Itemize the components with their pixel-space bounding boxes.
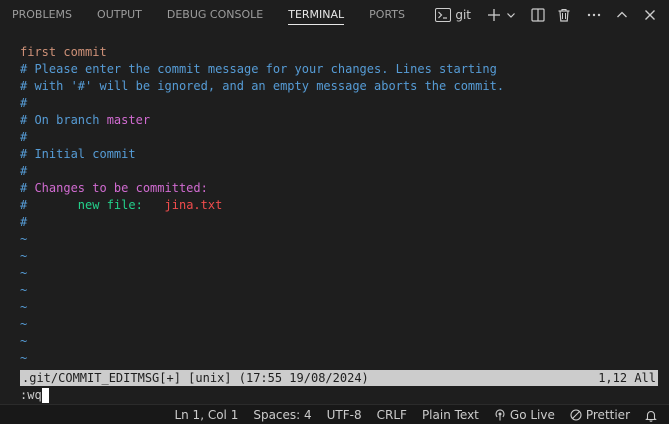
broadcast-icon [495, 409, 505, 421]
vim-file-info: .git/COMMIT_EDITMSG[+] [unix] (17:55 19/… [22, 371, 369, 385]
changes-header-line: # Changes to be committed: [20, 180, 660, 197]
comment-line: # Initial commit [20, 147, 136, 161]
split-terminal-button[interactable] [527, 4, 549, 26]
plus-icon [488, 9, 500, 21]
new-file-label: new file: [77, 198, 143, 212]
maximize-panel-button[interactable] [611, 4, 633, 26]
panel-actions: git [435, 0, 661, 30]
panel-tabs: PROBLEMS OUTPUT DEBUG CONSOLE TERMINAL P… [12, 0, 430, 30]
vim-status-line: .git/COMMIT_EDITMSG[+] [unix] (17:55 19/… [20, 370, 658, 386]
ellipsis-icon [587, 13, 601, 17]
new-file-line: # new file: jina.txt [20, 197, 660, 214]
prohibited-icon [570, 409, 582, 421]
encoding-item[interactable]: UTF-8 [327, 405, 362, 424]
terminal-name: git [455, 8, 471, 22]
branch-name: master [106, 113, 151, 127]
bell-icon [645, 410, 657, 422]
tab-ports[interactable]: PORTS [369, 0, 405, 30]
branch-line: # On branch master [20, 112, 660, 129]
terminal-icon [435, 8, 452, 22]
new-terminal-button[interactable] [483, 4, 505, 26]
language-mode-item[interactable]: Plain Text [422, 405, 479, 424]
prettier-label: Prettier [585, 408, 630, 422]
empty-line-tilde: ~ [20, 232, 28, 246]
status-bar: Ln 1, Col 1 Spaces: 4 UTF-8 CRLF Plain T… [0, 404, 669, 424]
comment-line: # with '#' will be ignored, and an empty… [20, 79, 505, 93]
comment-line: # [20, 215, 28, 229]
empty-line-tilde: ~ [20, 300, 28, 314]
tab-debug-console[interactable]: DEBUG CONSOLE [167, 0, 263, 30]
commit-message-line: first commit [20, 45, 107, 59]
indentation-item[interactable]: Spaces: 4 [253, 405, 311, 424]
chevron-down-icon [507, 13, 515, 18]
notifications-button[interactable] [645, 409, 661, 422]
kill-terminal-button[interactable] [553, 4, 575, 26]
trash-icon [558, 8, 570, 22]
terminal-selector[interactable]: git [435, 4, 471, 26]
empty-line-tilde: ~ [20, 334, 28, 348]
tab-output[interactable]: OUTPUT [97, 0, 142, 30]
prettier-item[interactable]: Prettier [570, 405, 630, 424]
more-actions-button[interactable] [583, 4, 605, 26]
vim-command-line[interactable]: :wq [20, 387, 49, 403]
split-icon [531, 8, 545, 22]
tab-problems[interactable]: PROBLEMS [12, 0, 72, 30]
close-panel-button[interactable] [639, 4, 661, 26]
changes-heading: Changes to be committed: [34, 181, 208, 195]
branch-prefix: # On branch [20, 113, 107, 127]
tab-terminal[interactable]: TERMINAL [288, 0, 344, 30]
vim-command: :wq [20, 388, 42, 402]
empty-line-tilde: ~ [20, 283, 28, 297]
cursor-position-item[interactable]: Ln 1, Col 1 [174, 405, 238, 424]
terminal-content[interactable]: first commit # Please enter the commit m… [20, 44, 660, 367]
comment-line: # [20, 96, 28, 110]
changes-prefix: # [20, 181, 35, 195]
go-live-item[interactable]: Go Live [494, 405, 555, 424]
comment-line: # [20, 164, 28, 178]
chevron-up-icon [617, 11, 627, 18]
terminal-cursor [41, 388, 49, 403]
new-file-name: jina.txt [164, 198, 223, 212]
terminal-profiles-button[interactable] [505, 4, 517, 26]
panel-header: PROBLEMS OUTPUT DEBUG CONSOLE TERMINAL P… [0, 0, 669, 30]
empty-line-tilde: ~ [20, 317, 28, 331]
end-of-line-item[interactable]: CRLF [377, 405, 407, 424]
empty-line-tilde: ~ [20, 266, 28, 280]
go-live-label: Go Live [509, 408, 555, 422]
empty-line-tilde: ~ [20, 351, 28, 365]
close-icon [645, 10, 655, 20]
new-file-prefix: # [20, 198, 78, 212]
comment-line: # [20, 130, 28, 144]
empty-line-tilde: ~ [20, 249, 28, 263]
comment-line: # Please enter the commit message for yo… [20, 62, 497, 76]
vim-cursor-position: 1,12 All [598, 371, 656, 385]
